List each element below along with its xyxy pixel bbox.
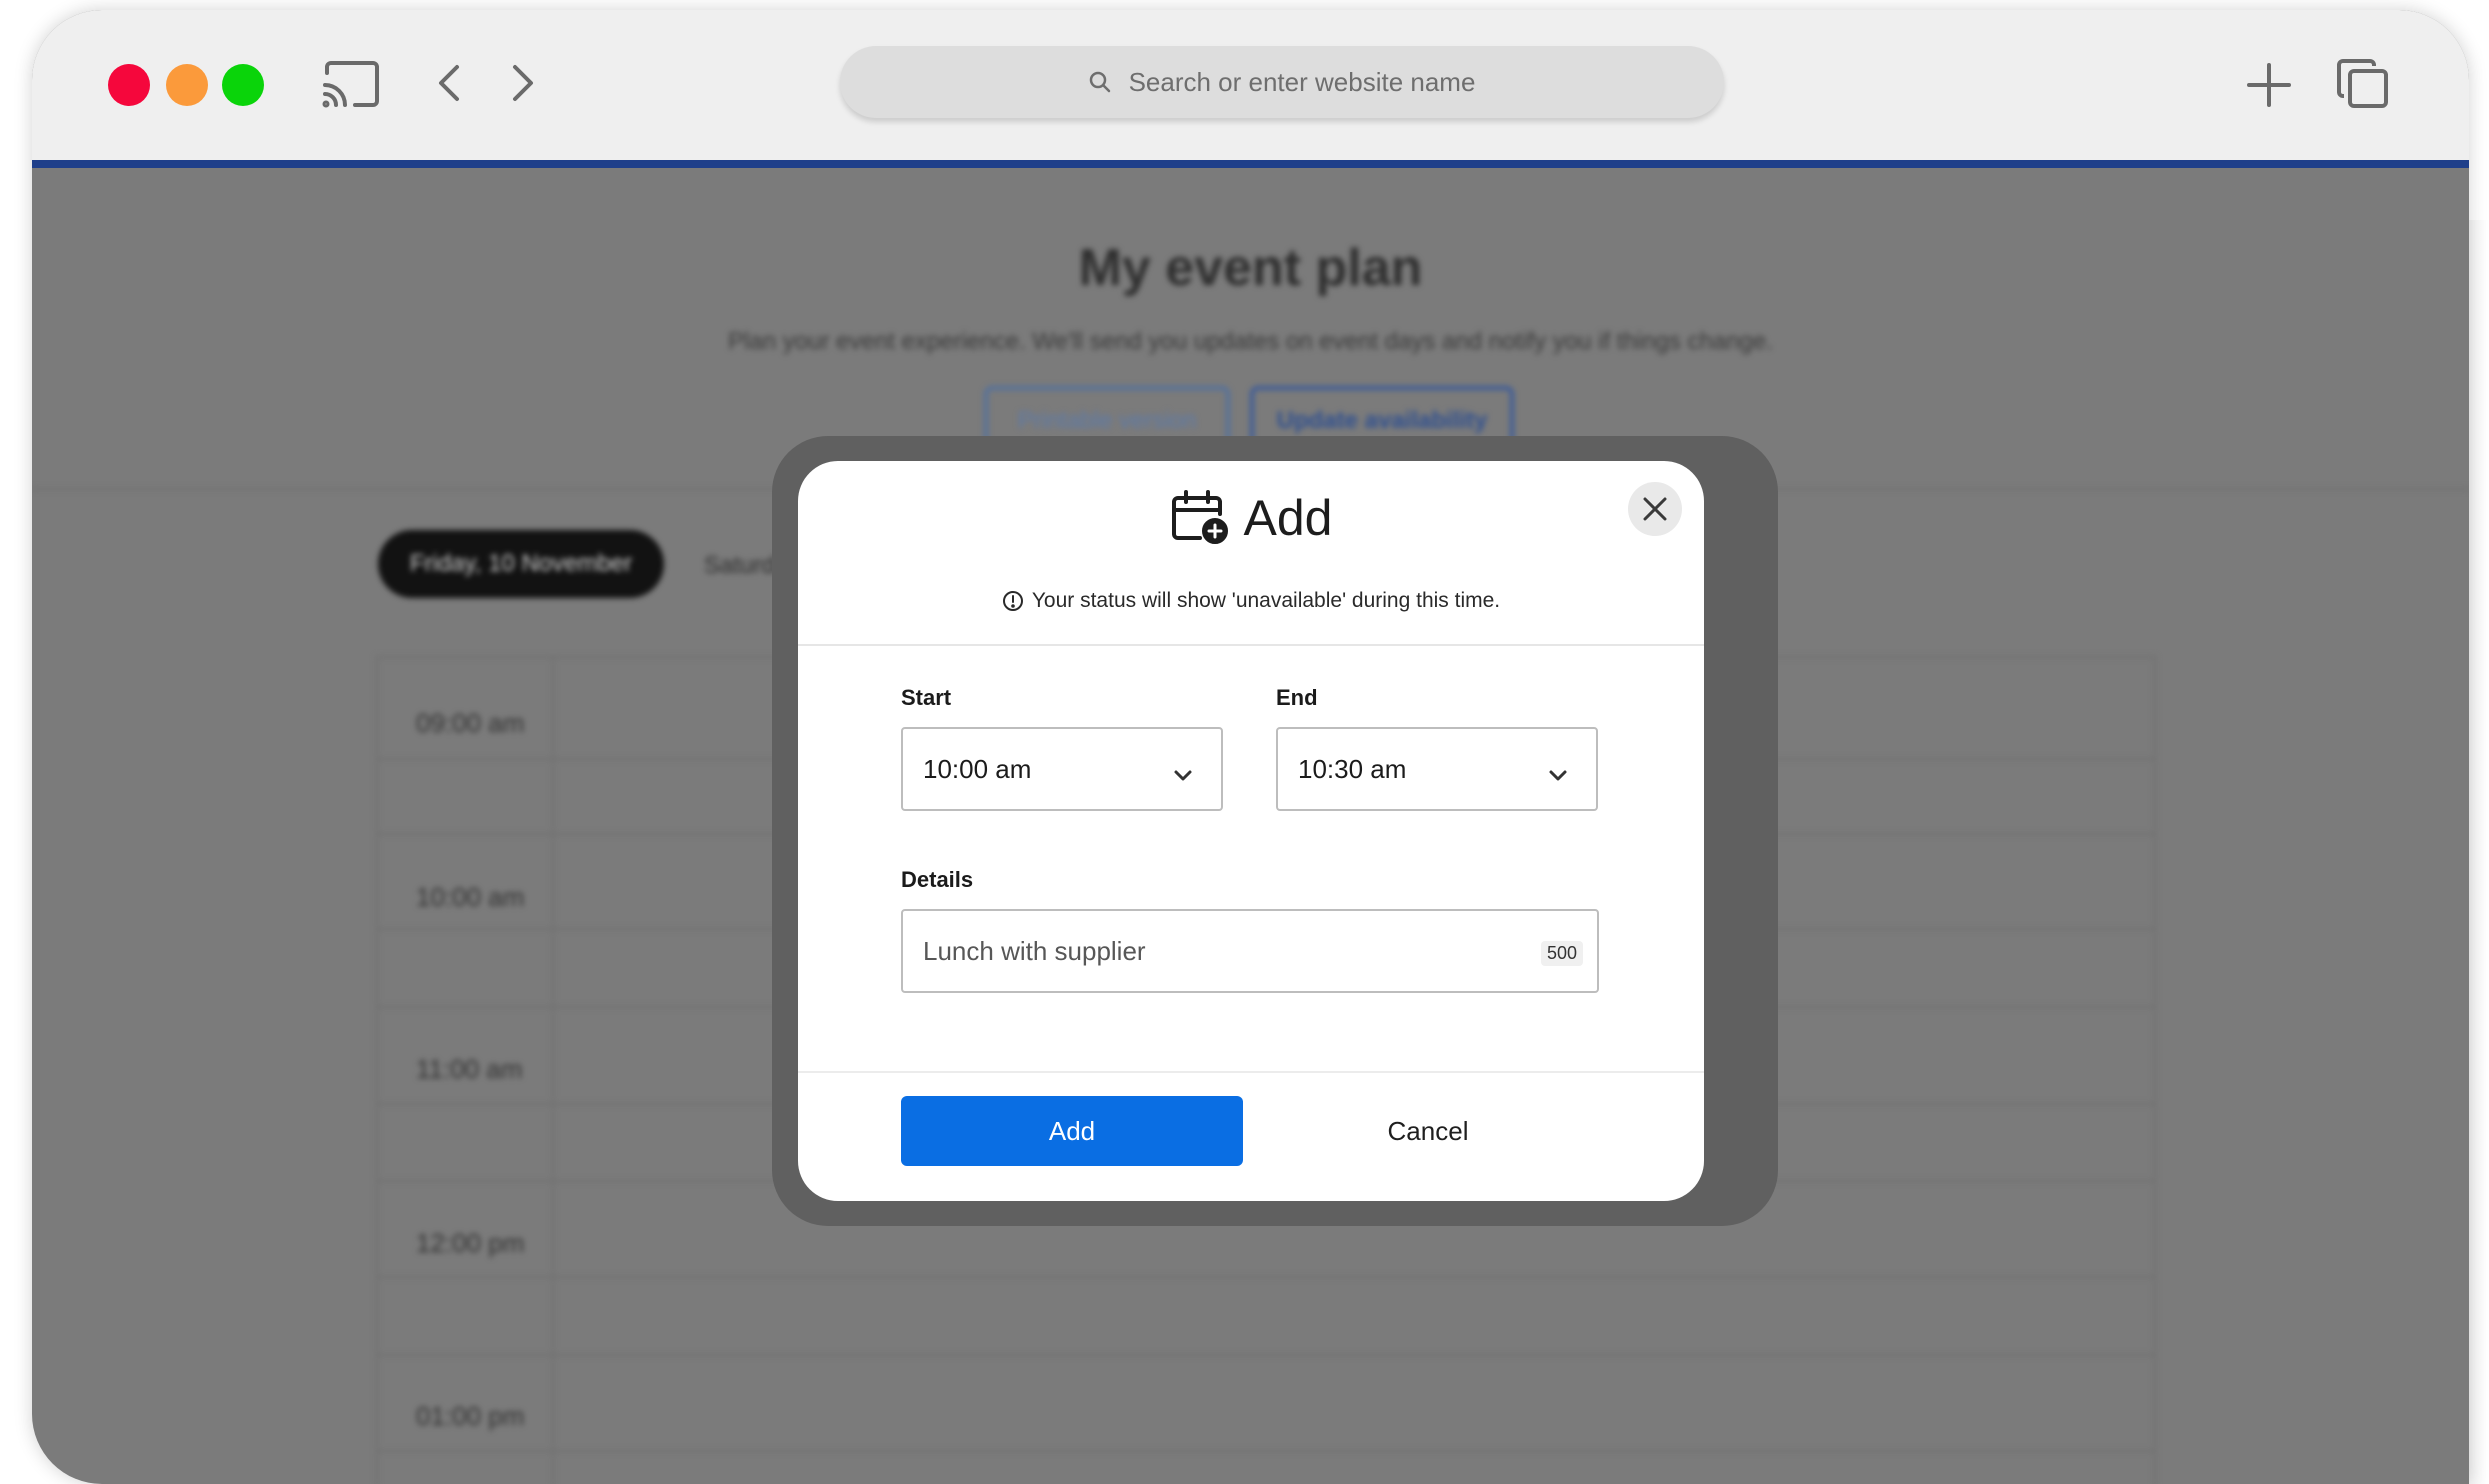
start-label: Start: [901, 685, 952, 710]
new-tab-plus-icon[interactable]: [2244, 60, 2294, 110]
browser-window: Search or enter website name My event pl…: [32, 10, 2469, 1484]
address-bar[interactable]: Search or enter website name: [840, 46, 1724, 118]
calendar-add-icon: [1171, 490, 1228, 544]
time-label: 09:00 am: [416, 708, 525, 738]
cast-icon[interactable]: [320, 56, 382, 112]
info-icon: [1002, 591, 1023, 611]
cancel-button[interactable]: Cancel: [1318, 1096, 1538, 1166]
start-time-select[interactable]: 10:00 am: [901, 727, 1223, 811]
page-title: My event plan: [1078, 239, 1423, 297]
details-input[interactable]: Lunch with supplier 500: [901, 909, 1599, 993]
schedule-line: [376, 1276, 2156, 1278]
page-subtitle: Plan your event experience. We'll send y…: [728, 328, 1773, 355]
status-notice-text: Your status will show 'unavailable' duri…: [1031, 589, 1501, 612]
add-button[interactable]: Add: [901, 1096, 1243, 1166]
day-tab-friday[interactable]: Friday, 10 November: [378, 530, 664, 598]
tabs-overview-icon[interactable]: [2334, 56, 2392, 112]
schedule-time-divider: [552, 656, 554, 1484]
schedule-line: [376, 1354, 2156, 1356]
close-modal-button[interactable]: [1628, 482, 1682, 536]
add-event-modal: Add Your status will show 'unavailable' …: [798, 461, 1704, 1201]
modal-title: Add: [798, 489, 1704, 547]
details-label: Details: [901, 867, 974, 892]
close-icon: [1643, 497, 1667, 521]
time-label: 10:00 am: [416, 882, 525, 912]
forward-chevron-icon[interactable]: [506, 60, 540, 106]
modal-header: Add Your status will show 'unavailable' …: [798, 461, 1704, 646]
browser-toolbar: Search or enter website name: [32, 10, 2469, 160]
time-label: 11:00 am: [416, 1054, 523, 1084]
details-value: Lunch with supplier: [923, 935, 1146, 966]
end-label: End: [1276, 685, 1318, 710]
character-counter: 500: [1540, 941, 1583, 966]
chevron-down-icon: [1173, 759, 1193, 790]
status-notice: Your status will show 'unavailable' duri…: [798, 589, 1704, 613]
modal-title-text: Add: [1243, 490, 1333, 546]
schedule-line: [376, 1450, 2156, 1452]
accent-bar: [32, 160, 2469, 168]
time-label: 01:00 pm: [416, 1401, 525, 1431]
time-label: 12:00 pm: [416, 1228, 525, 1258]
address-placeholder: Search or enter website name: [1128, 66, 1476, 97]
chevron-down-icon: [1548, 759, 1568, 790]
end-time-value: 10:30 am: [1298, 753, 1407, 784]
maximize-window-button[interactable]: [222, 64, 264, 106]
search-icon: [1089, 71, 1110, 93]
back-chevron-icon[interactable]: [432, 60, 466, 106]
start-time-value: 10:00 am: [923, 753, 1032, 784]
close-window-button[interactable]: [108, 64, 150, 106]
end-time-select[interactable]: 10:30 am: [1276, 727, 1598, 811]
minimize-window-button[interactable]: [166, 64, 208, 106]
